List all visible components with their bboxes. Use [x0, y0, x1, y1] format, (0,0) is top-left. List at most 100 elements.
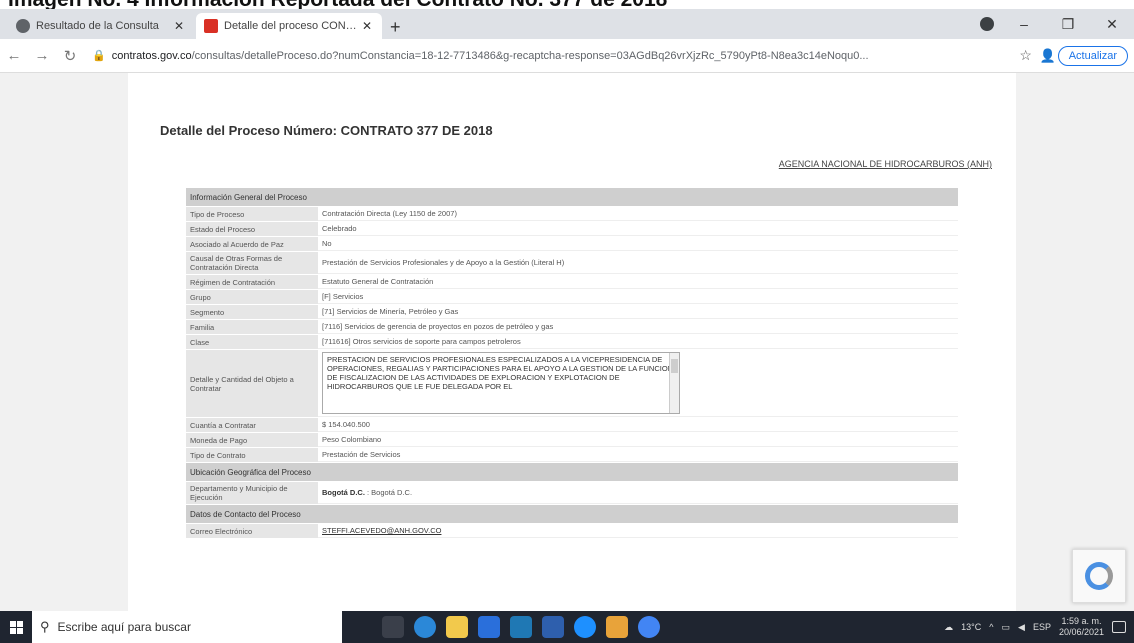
reload-icon[interactable]: ↻ [56, 47, 84, 65]
row-value: Estatuto General de Contratación [318, 275, 958, 289]
table-row: Tipo de Proceso Contratación Directa (Ley… [186, 207, 958, 221]
process-details-table: Información General del Proceso Tipo de … [186, 187, 958, 539]
agency-link[interactable]: AGENCIA NACIONAL DE HIDROCARBUROS (ANH) [779, 159, 992, 169]
row-value: [7116] Servicios de gerencia de proyecto… [318, 320, 958, 334]
app-icon[interactable] [606, 616, 628, 638]
chrome-icon[interactable] [638, 616, 660, 638]
network-icon[interactable]: ▭ [1002, 622, 1011, 633]
weather-temp[interactable]: 13°C [961, 622, 981, 632]
volume-icon[interactable]: ◀ [1018, 622, 1025, 633]
section-header-ubicacion: Ubicación Geográfica del Proceso [186, 463, 958, 481]
textarea-scrollbar[interactable] [669, 353, 679, 413]
task-view-icon[interactable] [382, 616, 404, 638]
forward-icon[interactable]: → [28, 47, 56, 64]
url-host: contratos.gov.co [111, 49, 192, 62]
notifications-icon[interactable] [1112, 621, 1126, 633]
taskbar-search[interactable]: ⚲ Escribe aquí para buscar [32, 611, 342, 643]
new-tab-icon[interactable]: + [390, 17, 401, 38]
row-label: Detalle y Cantidad del Objeto a Contrata… [186, 350, 318, 417]
close-tab-icon[interactable]: ✕ [172, 19, 186, 33]
taskbar-apps [382, 616, 660, 638]
section-header-general: Información General del Proceso [186, 188, 958, 206]
start-button[interactable] [0, 611, 32, 643]
file-explorer-icon[interactable] [446, 616, 468, 638]
row-label: Grupo [186, 290, 318, 304]
update-button[interactable]: Actualizar [1057, 45, 1128, 66]
edge-icon[interactable] [414, 616, 436, 638]
clock-time: 1:59 a. m. [1061, 616, 1102, 626]
language-indicator[interactable]: ESP [1033, 622, 1051, 632]
back-icon[interactable]: ← [0, 47, 28, 64]
close-window-icon[interactable]: ✕ [1090, 16, 1134, 33]
maximize-icon[interactable]: ❐ [1046, 16, 1090, 33]
search-icon: ⚲ [40, 619, 50, 634]
row-label: Departamento y Municipio de Ejecución [186, 482, 318, 504]
row-label: Familia [186, 320, 318, 334]
table-row: Cuantía a Contratar $ 154.040.500 [186, 418, 958, 432]
row-value: Bogotá D.C. : Bogotá D.C. [318, 482, 958, 504]
tray-chevron-icon[interactable]: ^ [989, 622, 993, 632]
window-controls: – ❐ ✕ [1002, 9, 1134, 39]
ubicacion-municipio: : Bogotá D.C. [364, 488, 413, 497]
windows-taskbar: ⚲ Escribe aquí para buscar ☁ 13°C ^ ▭ ◀ … [0, 611, 1134, 643]
table-row: Estado del Proceso Celebrado [186, 222, 958, 236]
row-label: Cuantía a Contratar [186, 418, 318, 432]
ubicacion-department: Bogotá D.C. [322, 488, 365, 497]
tab-detalle[interactable]: Detalle del proceso CONTRATO ✕ [196, 13, 382, 39]
account-icon[interactable]: 👤 [1038, 48, 1058, 64]
row-value: Prestación de Servicios [318, 448, 958, 462]
email-link[interactable]: STEFFI.ACEVEDO@ANH.GOV.CO [322, 526, 441, 535]
objeto-textarea[interactable]: PRESTACION DE SERVICIOS PROFESIONALES ES… [322, 352, 680, 414]
row-value: [71] Servicios de Minería, Petróleo y Ga… [318, 305, 958, 319]
page-viewport: Detalle del Proceso Número: CONTRATO 377… [0, 73, 1134, 611]
recaptcha-badge[interactable] [1072, 549, 1126, 603]
browser-toolbar: ← → ↻ 🔒 contratos.gov.co /consultas/deta… [0, 39, 1134, 73]
row-value: Celebrado [318, 222, 958, 236]
table-row: Correo Electrónico STEFFI.ACEVEDO@ANH.GO… [186, 524, 958, 538]
table-row: Detalle y Cantidad del Objeto a Contrata… [186, 350, 958, 417]
bookmark-star-icon[interactable]: ☆ [1014, 47, 1038, 64]
row-value: No [318, 237, 958, 251]
row-value: STEFFI.ACEVEDO@ANH.GOV.CO [318, 524, 958, 538]
row-label: Causal de Otras Formas de Contratación D… [186, 252, 318, 274]
clock[interactable]: 1:59 a. m. 20/06/2021 [1059, 616, 1104, 638]
table-row: Moneda de Pago Peso Colombiano [186, 433, 958, 447]
row-label: Clase [186, 335, 318, 349]
row-label: Tipo de Contrato [186, 448, 318, 462]
page-title: Detalle del Proceso Número: CONTRATO 377… [160, 123, 493, 138]
tab-resultado[interactable]: Resultado de la Consulta ✕ [8, 13, 194, 39]
system-tray: ☁ 13°C ^ ▭ ◀ ESP 1:59 a. m. 20/06/2021 [944, 616, 1134, 638]
weather-icon[interactable]: ☁ [944, 622, 953, 633]
row-value: Peso Colombiano [318, 433, 958, 447]
recaptcha-icon [1085, 562, 1113, 590]
word-icon[interactable] [542, 616, 564, 638]
windows-logo-icon [9, 620, 23, 634]
content-panel: Detalle del Proceso Número: CONTRATO 377… [128, 73, 1016, 611]
search-placeholder: Escribe aquí para buscar [57, 620, 191, 634]
table-row: Causal de Otras Formas de Contratación D… [186, 252, 958, 274]
row-label: Asociado al Acuerdo de Paz [186, 237, 318, 251]
ie-icon[interactable] [574, 616, 596, 638]
row-value: Contratación Directa (Ley 1150 de 2007) [318, 207, 958, 221]
lock-icon[interactable]: 🔒 [92, 49, 106, 62]
site-favicon-icon [204, 19, 218, 33]
address-bar[interactable]: 🔒 contratos.gov.co /consultas/detallePro… [92, 44, 1006, 68]
section-header-contacto: Datos de Contacto del Proceso [186, 505, 958, 523]
url-path: /consultas/detalleProceso.do?numConstanc… [191, 49, 869, 62]
row-label: Moneda de Pago [186, 433, 318, 447]
row-value: $ 154.040.500 [318, 418, 958, 432]
row-label: Régimen de Contratación [186, 275, 318, 289]
minimize-icon[interactable]: – [1002, 16, 1046, 32]
close-tab-icon[interactable]: ✕ [360, 19, 374, 33]
profile-icon[interactable] [980, 17, 994, 31]
clock-date: 20/06/2021 [1058, 627, 1104, 637]
table-row: Régimen de Contratación Estatuto General … [186, 275, 958, 289]
row-label: Tipo de Proceso [186, 207, 318, 221]
row-label: Segmento [186, 305, 318, 319]
store-icon[interactable] [510, 616, 532, 638]
mail-icon[interactable] [478, 616, 500, 638]
globe-icon [16, 19, 30, 33]
table-row: Grupo [F] Servicios [186, 290, 958, 304]
row-value: [F] Servicios [318, 290, 958, 304]
browser-tab-strip: Resultado de la Consulta ✕ Detalle del p… [0, 9, 1134, 39]
